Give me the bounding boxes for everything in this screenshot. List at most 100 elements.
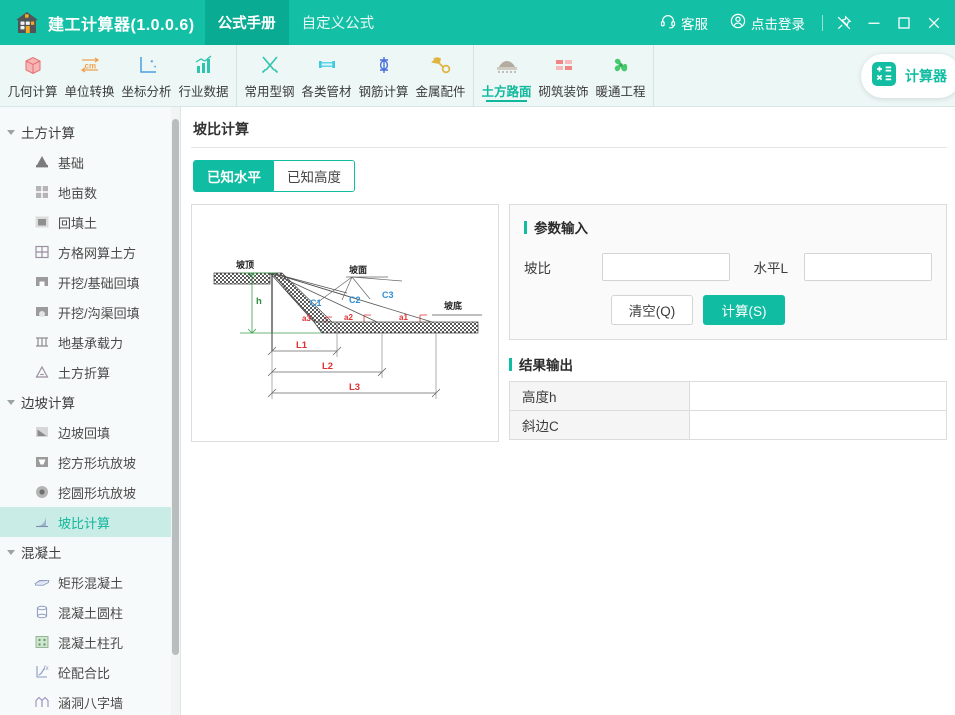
square-pit-slope-icon xyxy=(32,453,51,472)
toolbar-item-rebar[interactable]: 钢筋计算 xyxy=(355,45,412,106)
horizontal-length-input[interactable] xyxy=(804,253,932,281)
toolbar-item-earthwork-road[interactable]: 土方路面 xyxy=(478,45,535,106)
backfill-icon xyxy=(32,213,51,232)
cylinder-concrete-icon xyxy=(32,603,51,622)
action-buttons: 清空(Q) 计算(S) xyxy=(524,295,932,325)
sidebar-group-earthwork[interactable]: 土方计算 xyxy=(0,117,171,147)
sidebar-item-mix-ratio[interactable]: fx 砼配合比 xyxy=(0,657,171,687)
cube-icon xyxy=(21,51,45,77)
sidebar-item-label: 边坡回填 xyxy=(58,425,111,441)
app-logo: 建工计算器(1.0.0.6) xyxy=(0,0,205,45)
sidebar-item-excavation-foundation[interactable]: 开挖/基础回填 xyxy=(0,267,171,297)
svg-text:坡顶: 坡顶 xyxy=(236,259,254,270)
customer-service-button[interactable]: 客服 xyxy=(649,13,719,33)
customer-service-label: 客服 xyxy=(681,16,708,32)
slope-backfill-icon xyxy=(32,423,51,442)
sidebar-item-label: 回填土 xyxy=(58,215,98,231)
tab-custom-formula[interactable]: 自定义公式 xyxy=(289,0,388,45)
sidebar-item-earthwork-convert[interactable]: 土方折算 xyxy=(0,357,171,387)
toolbar-item-metal-parts[interactable]: 金属配件 xyxy=(412,45,469,106)
app-window: 建工计算器(1.0.0.6) 公式手册 自定义公式 客服 点击登录 几何计算 c… xyxy=(0,0,955,715)
parameter-fields-row: 坡比 水平L xyxy=(524,253,932,281)
sidebar-item-label: 坡比计算 xyxy=(58,515,111,531)
top-tab-bar: 公式手册 自定义公式 xyxy=(204,0,388,45)
toolbar-item-unit-convert[interactable]: cm 单位转换 xyxy=(61,45,118,106)
parameter-input-title: 参数输入 xyxy=(534,221,588,236)
sidebar-item-label: 地亩数 xyxy=(58,185,98,201)
sidebar-item-slope-backfill[interactable]: 边坡回填 xyxy=(0,417,171,447)
calculator-label: 计算器 xyxy=(905,68,947,84)
sidebar-scrollbar-thumb[interactable] xyxy=(172,119,179,655)
toolbar-item-pipes[interactable]: 各类管材 xyxy=(298,45,355,106)
axes-icon xyxy=(135,51,159,77)
calculate-button[interactable]: 计算(S) xyxy=(703,295,785,325)
sidebar-group-concrete[interactable]: 混凝土 xyxy=(0,537,171,567)
result-output-header: 结果输出 xyxy=(509,354,947,374)
login-button[interactable]: 点击登录 xyxy=(719,13,816,33)
sidebar-item-foundation[interactable]: 基础 xyxy=(0,147,171,177)
sidebar-item-land-area[interactable]: 地亩数 xyxy=(0,177,171,207)
sidebar-item-cylinder-concrete[interactable]: 混凝土圆柱 xyxy=(0,597,171,627)
sidebar-item-bearing-capacity[interactable]: 地基承载力 xyxy=(0,327,171,357)
svg-text:L3: L3 xyxy=(349,382,360,393)
minimize-icon[interactable] xyxy=(859,8,889,38)
tab-formula-manual[interactable]: 公式手册 xyxy=(204,0,289,45)
sidebar-item-square-pit-slope[interactable]: 挖方形坑放坡 xyxy=(0,447,171,477)
sidebar-item-concrete-hole[interactable]: 混凝土柱孔 xyxy=(0,627,171,657)
svg-text:L1: L1 xyxy=(296,340,308,351)
toolbar-label: 暖通工程 xyxy=(595,85,646,99)
accent-bar-icon xyxy=(509,357,512,371)
rect-concrete-icon xyxy=(32,573,51,592)
clear-button[interactable]: 清空(Q) xyxy=(611,295,693,325)
result-key-hypotenuse: 斜边C xyxy=(509,410,690,440)
maximize-icon[interactable] xyxy=(889,8,919,38)
slope-ratio-input[interactable] xyxy=(601,253,730,281)
toolbar-label: 坐标分析 xyxy=(121,85,172,99)
tools-icon xyxy=(258,51,282,77)
toolbar-item-industry-data[interactable]: 行业数据 xyxy=(175,45,232,106)
toolbar-item-masonry[interactable]: 砌筑装饰 xyxy=(535,45,592,106)
title-bar: 建工计算器(1.0.0.6) 公式手册 自定义公式 客服 点击登录 xyxy=(0,0,955,45)
mix-ratio-icon: fx xyxy=(32,663,51,682)
svg-text:a2: a2 xyxy=(344,313,353,322)
toolbar-item-coordinate[interactable]: 坐标分析 xyxy=(118,45,175,106)
segment-known-horizontal[interactable]: 已知水平 xyxy=(194,161,274,191)
grid-earthwork-icon xyxy=(32,243,51,262)
toolbar-label: 土方路面 xyxy=(481,85,532,99)
slope-ratio-icon xyxy=(32,513,51,532)
segment-known-height[interactable]: 已知高度 xyxy=(274,161,354,191)
sidebar-item-rect-concrete[interactable]: 矩形混凝土 xyxy=(0,567,171,597)
sidebar-item-label: 混凝土圆柱 xyxy=(58,605,124,621)
concrete-hole-icon xyxy=(32,633,51,652)
sidebar-item-grid-earthwork[interactable]: 方格网算土方 xyxy=(0,237,171,267)
sidebar-group-slope[interactable]: 边坡计算 xyxy=(0,387,171,417)
sidebar-item-label: 方格网算土方 xyxy=(58,245,137,261)
toolbar-label: 各类管材 xyxy=(301,85,352,99)
svg-text:h: h xyxy=(256,296,262,307)
toolbar-item-hvac[interactable]: 暖通工程 xyxy=(592,45,649,106)
right-column: 参数输入 坡比 水平L 清空(Q) 计算(S) 结果输出 高度h 斜边C xyxy=(509,204,947,440)
toolbar-label: 行业数据 xyxy=(178,85,229,99)
title-divider xyxy=(822,14,823,31)
calculator-button[interactable]: 计算器 xyxy=(861,54,955,98)
svg-text:C3: C3 xyxy=(382,290,394,300)
toolbar-label: 单位转换 xyxy=(64,85,115,99)
toolbar-item-section-steel[interactable]: 常用型钢 xyxy=(241,45,298,106)
svg-text:坡底: 坡底 xyxy=(444,300,462,311)
sidebar-item-round-pit-slope[interactable]: 挖圆形坑放坡 xyxy=(0,477,171,507)
sidebar-item-backfill[interactable]: 回填土 xyxy=(0,207,171,237)
sidebar-item-slope-ratio[interactable]: 坡比计算 xyxy=(0,507,171,537)
user-circle-icon xyxy=(730,13,746,32)
close-icon[interactable] xyxy=(919,8,949,38)
title-divider xyxy=(191,147,947,148)
sidebar-item-excavation-trench[interactable]: 开挖/沟渠回填 xyxy=(0,297,171,327)
calculator-icon xyxy=(871,61,897,92)
parameter-input-panel: 参数输入 坡比 水平L 清空(Q) 计算(S) xyxy=(509,204,947,340)
roadbed-icon xyxy=(494,51,520,77)
pin-icon[interactable] xyxy=(829,8,859,38)
toolbar-item-geometry[interactable]: 几何计算 xyxy=(4,45,61,106)
main-content: 坡比计算 已知水平 已知高度 坡顶 坡面 坡底 h C1 C2 C3 a3 a2… xyxy=(181,107,955,715)
sidebar-item-culvert-wall[interactable]: 涵洞八字墙 xyxy=(0,687,171,715)
sidebar-scrollbar-track[interactable] xyxy=(171,107,180,715)
sidebar-item-label: 混凝土柱孔 xyxy=(58,635,124,651)
